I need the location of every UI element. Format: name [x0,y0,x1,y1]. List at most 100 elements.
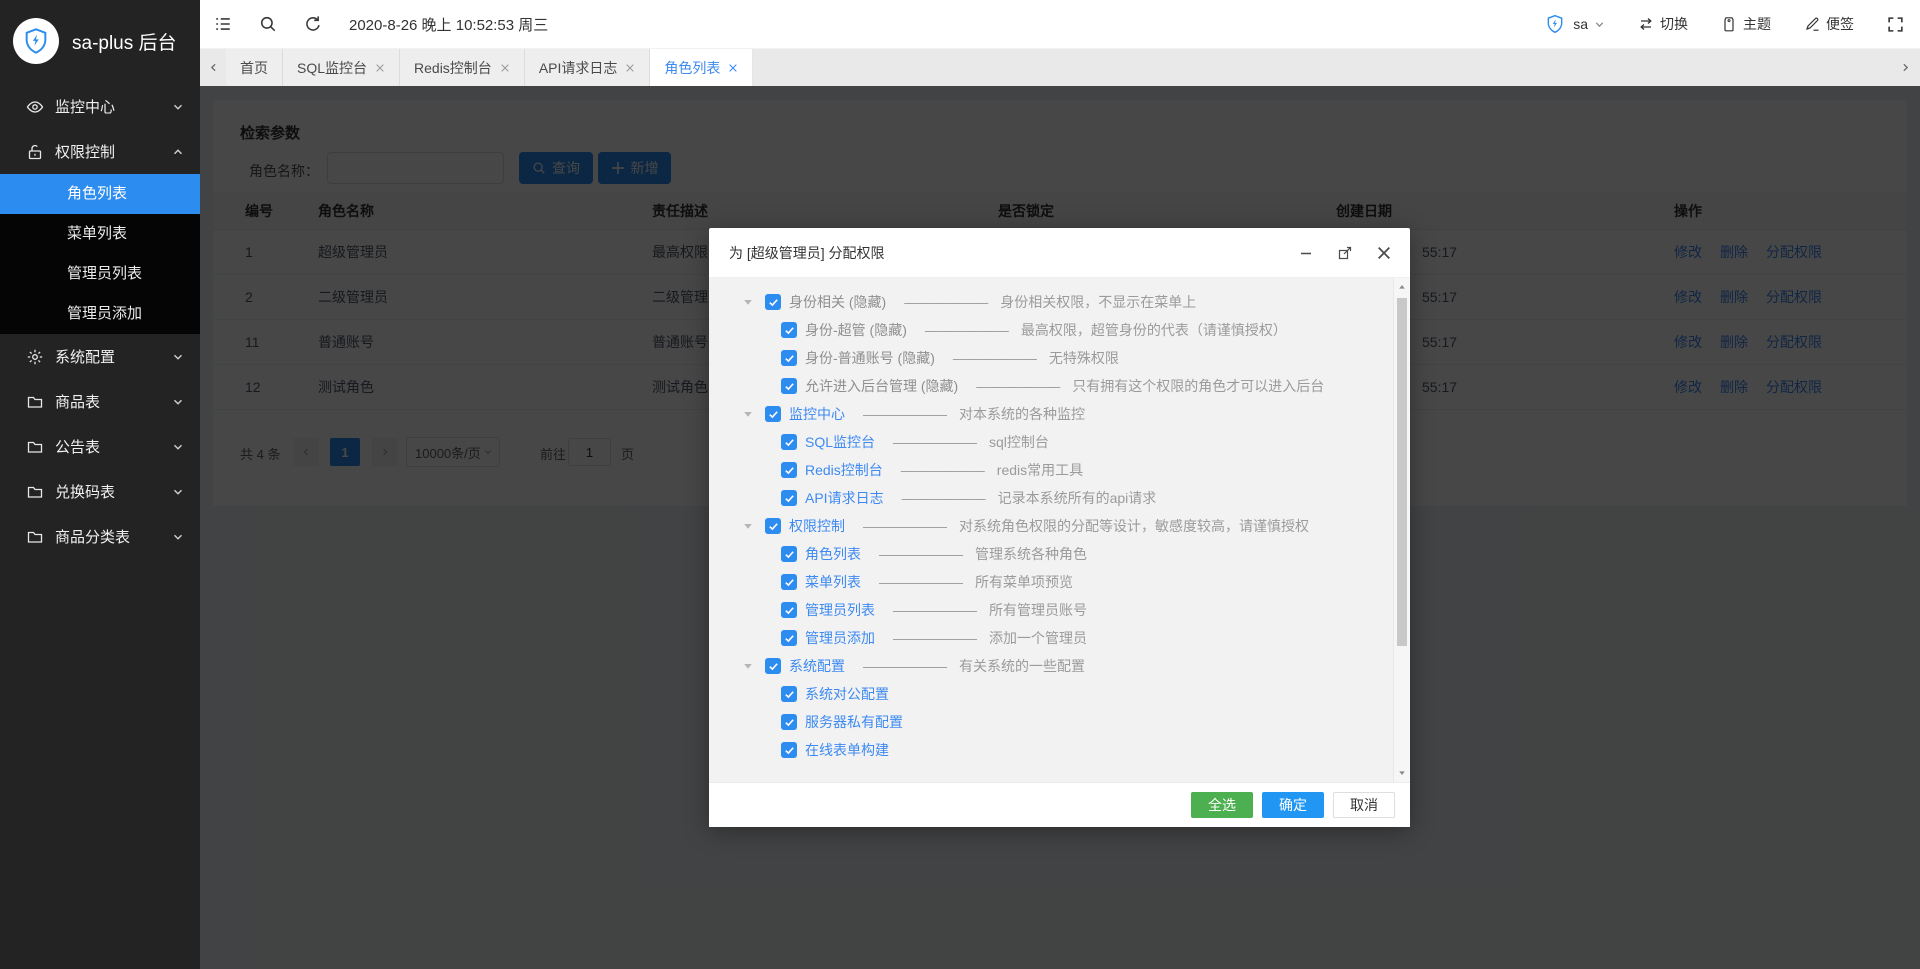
tree-node-label[interactable]: 管理员列表 [805,600,875,620]
sidebar-item-1[interactable]: 权限控制 [0,129,200,174]
maximize-icon[interactable] [1337,245,1353,261]
tree-dash: —————— [893,630,977,646]
scrollbar-thumb[interactable] [1397,298,1407,646]
menu-icon[interactable] [214,15,232,33]
close-icon[interactable] [728,63,738,73]
tree-node-label[interactable]: 监控中心 [789,404,845,424]
search-icon[interactable] [259,15,277,33]
dialog-header[interactable]: 为 [超级管理员] 分配权限 [709,228,1410,278]
folder-icon [26,438,44,456]
checkbox-checked[interactable] [781,742,797,758]
checkbox-checked[interactable] [781,378,797,394]
tab-list: 首页 SQL监控台 Redis控制台 API请求日志 角色列表 [226,49,754,86]
shield-icon [13,18,59,64]
refresh-icon[interactable] [304,15,322,33]
minimize-icon[interactable] [1298,245,1314,261]
tab-0[interactable]: 首页 [226,49,283,86]
caret-down-icon[interactable] [743,661,753,671]
folder-icon [26,393,44,411]
tree-node-desc: 所有管理员账号 [989,602,1087,618]
tree-node-label[interactable]: Redis控制台 [805,460,883,480]
tree-node-desc: redis常用工具 [996,462,1084,478]
tab-label: SQL监控台 [297,59,368,76]
checkbox-checked[interactable] [765,406,781,422]
confirm-button[interactable]: 确定 [1262,792,1324,818]
topbar-action-2[interactable]: 便签 [1804,14,1854,34]
sidebar-subitem-1-3[interactable]: 管理员添加 [0,294,200,334]
tree-node-label[interactable]: 权限控制 [789,516,845,536]
tree-node-label[interactable]: 角色列表 [805,544,861,564]
caret-down-icon[interactable] [743,297,753,307]
checkbox-checked[interactable] [765,518,781,534]
close-icon[interactable] [375,63,385,73]
tab-3[interactable]: API请求日志 [524,49,651,86]
checkbox-checked[interactable] [781,462,797,478]
dialog-title: 为 [超级管理员] 分配权限 [729,244,885,261]
checkbox-checked[interactable] [765,294,781,310]
tab-2[interactable]: Redis控制台 [400,49,525,86]
tree-node: API请求日志 —————— 记录本系统所有的api请求 [709,484,1410,512]
sidebar-item-4[interactable]: 公告表 [0,424,200,469]
tab-1[interactable]: SQL监控台 [283,49,401,86]
checkbox-checked[interactable] [781,630,797,646]
tree-node-label[interactable]: 管理员添加 [805,628,875,648]
datetime-display: 2020-8-26 晚上 10:52:53 周三 [349,16,549,34]
close-icon[interactable] [1376,245,1392,261]
tree-node-desc: 对本系统的各种监控 [959,406,1085,422]
checkbox-checked[interactable] [781,574,797,590]
tab-label: 角色列表 [664,59,721,76]
swap-icon [1638,16,1654,32]
checkbox-checked[interactable] [781,322,797,338]
chevron-down-icon [172,351,184,363]
checkbox-checked[interactable] [781,350,797,366]
sidebar-subitem-1-0[interactable]: 角色列表 [0,174,200,214]
sidebar: sa-plus 后台 监控中心 权限控制 角色列表 菜单列表 管理员列表 管理员添加 … [0,0,200,969]
tree-node-label[interactable]: 菜单列表 [805,572,861,592]
fullscreen-icon[interactable] [1887,16,1904,33]
tree-dash: —————— [900,462,985,478]
tree-dash: —————— [904,294,989,310]
cancel-button[interactable]: 取消 [1333,792,1395,818]
checkbox-checked[interactable] [765,658,781,674]
sidebar-item-0[interactable]: 监控中心 [0,84,200,129]
tab-scroll-right-button[interactable] [1892,49,1918,86]
caret-down-icon[interactable] [743,409,753,419]
tree-node-desc: 身份相关权限，不显示在菜单上 [1000,294,1197,310]
tree-node-desc: 添加一个管理员 [989,630,1087,646]
topbar-action-1[interactable]: 主题 [1721,14,1771,34]
checkbox-checked[interactable] [781,546,797,562]
sidebar-subitem-1-1[interactable]: 菜单列表 [0,214,200,254]
tree-node-label[interactable]: API请求日志 [805,488,884,508]
sidebar-item-5[interactable]: 兑换码表 [0,469,200,514]
tree-node-desc: 有关系统的一些配置 [959,658,1085,674]
checkbox-checked[interactable] [781,434,797,450]
tree-node-label: 身份-普通账号 (隐藏) [805,350,935,366]
user-menu[interactable]: sa [1545,14,1605,34]
checkbox-checked[interactable] [781,714,797,730]
checkbox-checked[interactable] [781,602,797,618]
checkbox-checked[interactable] [781,686,797,702]
caret-down-icon[interactable] [743,521,753,531]
tree-node-label[interactable]: 系统对公配置 [805,684,889,704]
tree-node-label[interactable]: 系统配置 [789,656,845,676]
scroll-down-arrow-icon[interactable] [1394,765,1410,781]
close-icon[interactable] [625,63,635,73]
checkbox-checked[interactable] [781,490,797,506]
tab-4[interactable]: 角色列表 [650,49,754,86]
tree-node: SQL监控台 —————— sql控制台 [709,428,1410,456]
tab-scroll-left-button[interactable] [200,49,226,86]
select-all-button[interactable]: 全选 [1191,792,1253,818]
topbar-action-0[interactable]: 切换 [1638,14,1688,34]
tree-node-label[interactable]: SQL监控台 [805,432,875,452]
sidebar-item-label: 监控中心 [55,99,116,116]
tree-node: 菜单列表 —————— 所有菜单项预览 [709,568,1410,596]
sidebar-subitem-1-2[interactable]: 管理员列表 [0,254,200,294]
sidebar-item-6[interactable]: 商品分类表 [0,514,200,559]
sidebar-item-3[interactable]: 商品表 [0,379,200,424]
close-icon[interactable] [500,63,510,73]
sidebar-item-2[interactable]: 系统配置 [0,334,200,379]
scroll-up-arrow-icon[interactable] [1394,279,1410,295]
tree-node-label[interactable]: 服务器私有配置 [805,712,903,732]
sidebar-item-label: 商品表 [55,394,101,411]
tree-node-label[interactable]: 在线表单构建 [805,740,889,760]
